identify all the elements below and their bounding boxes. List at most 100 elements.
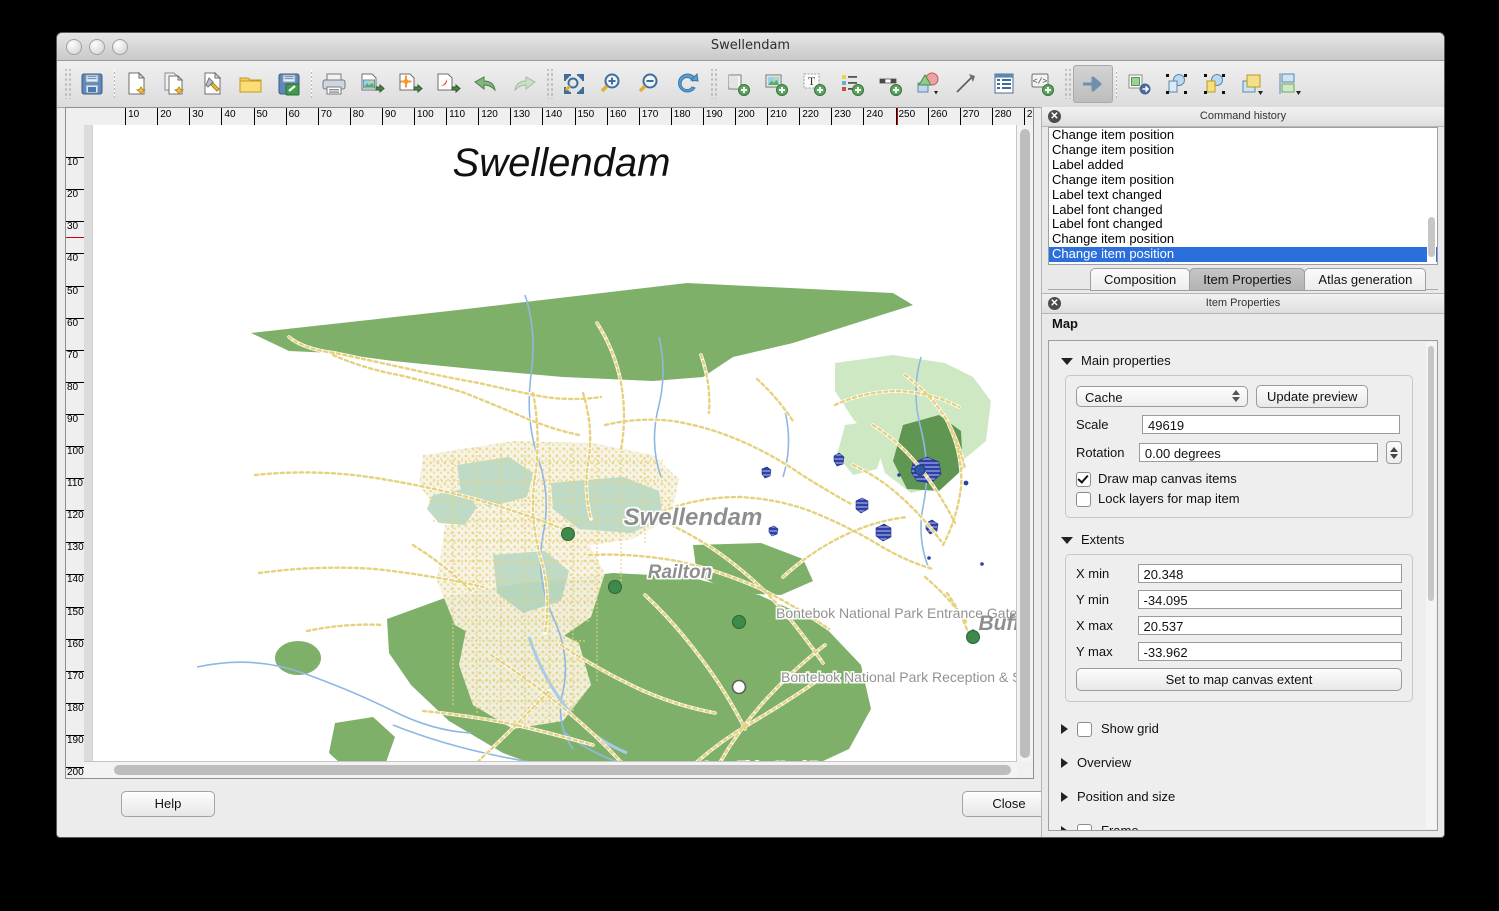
command-history-item[interactable]: Label font changed [1049,217,1437,232]
item-properties-scrollarea[interactable]: Main properties Cache Update pre [1048,340,1438,831]
command-history-item[interactable]: Change item position [1049,247,1437,262]
section-main-properties[interactable]: Main properties [1049,349,1425,373]
composer-manager-button[interactable] [194,66,232,102]
load-template-button[interactable] [232,66,270,102]
scrollbar-thumb[interactable] [1020,129,1030,758]
x-max-input[interactable]: 20.537 [1138,616,1402,635]
command-history-item[interactable]: Change item position [1049,143,1437,158]
section-show-grid[interactable]: Show grid [1049,712,1425,746]
section-extents[interactable]: Extents [1049,528,1425,552]
section-label: Frame [1101,823,1139,831]
chevron-updown-icon[interactable] [1232,390,1240,402]
toolbar-grip[interactable] [63,69,71,99]
select-move-item-button[interactable] [1073,65,1113,103]
item-properties-scrollbar[interactable] [1426,342,1436,829]
scrollbar-thumb[interactable] [1428,346,1434,601]
chevron-right-icon[interactable] [1061,826,1068,831]
save-template-button[interactable] [270,66,308,102]
map-label-buffel: Buffel [978,612,1017,635]
rotation-input[interactable]: 0.00 degrees [1139,443,1378,462]
save-project-button[interactable] [73,66,111,102]
set-to-map-canvas-extent-button[interactable]: Set to map canvas extent [1076,668,1402,691]
new-composer-button[interactable] [118,66,156,102]
draw-map-canvas-items-row[interactable]: Draw map canvas items [1076,471,1402,487]
scrollbar-thumb[interactable] [1428,217,1435,257]
command-history-item[interactable]: Label text changed [1049,188,1437,203]
add-image-button[interactable] [757,66,795,102]
horizontal-ruler[interactable]: 1020304050607080901001101201301401501601… [84,108,1033,126]
command-history-item[interactable]: Change item position [1049,128,1437,143]
duplicate-composer-button[interactable] [156,66,194,102]
add-legend-button[interactable] [833,66,871,102]
tab-composition[interactable]: Composition [1090,268,1190,291]
export-image-button[interactable] [353,66,391,102]
ruler-tick: 160 [607,108,627,125]
map-item[interactable]: Swellendam Railton Bontebok National Par… [93,125,1017,762]
section-position-and-size[interactable]: Position and size [1049,780,1425,814]
ruler-tick: 150 [66,607,84,618]
chevron-down-icon[interactable] [1061,358,1073,365]
toolbar-grip[interactable] [1063,69,1071,99]
vertical-ruler[interactable]: 1020304050607080901001101201301401501601… [66,125,85,778]
add-map-button[interactable] [719,66,757,102]
command-history-item[interactable]: Change item position [1049,173,1437,188]
scale-input[interactable]: 49619 [1142,415,1400,434]
redo-button[interactable] [505,66,543,102]
chevron-right-icon[interactable] [1061,724,1068,734]
toolbar-grip[interactable] [709,69,717,99]
zoom-full-button[interactable] [555,66,593,102]
x-min-label: X min [1076,566,1130,582]
composer-paper[interactable]: Swellendam Railton Bontebok National Par… [93,125,1017,762]
export-svg-button[interactable] [391,66,429,102]
tab-atlas-generation[interactable]: Atlas generation [1304,268,1426,291]
add-html-button[interactable]: </> [1023,66,1061,102]
x-min-input[interactable]: 20.348 [1138,564,1402,583]
zoom-in-button[interactable] [593,66,631,102]
add-table-button[interactable] [985,66,1023,102]
export-pdf-button[interactable] [429,66,467,102]
canvas-horizontal-scrollbar[interactable] [84,761,1017,778]
group-items-button[interactable] [1158,66,1196,102]
command-history-item[interactable]: Label added [1049,158,1437,173]
lock-layers-checkbox[interactable] [1076,492,1091,507]
rotation-stepper[interactable] [1386,441,1402,464]
help-button[interactable]: Help [121,791,215,817]
show-grid-checkbox[interactable] [1077,722,1092,737]
undo-button[interactable] [467,66,505,102]
chevron-right-icon[interactable] [1061,792,1068,802]
raise-items-button[interactable] [1234,66,1272,102]
toolbar-grip[interactable] [545,69,553,99]
move-item-content-button[interactable] [1120,66,1158,102]
add-label-button[interactable]: T [795,66,833,102]
y-max-input[interactable]: -33.962 [1138,642,1402,661]
zoom-out-button[interactable] [631,66,669,102]
draw-map-canvas-items-checkbox[interactable] [1076,472,1091,487]
align-items-button[interactable] [1272,66,1310,102]
composer-page-title[interactable]: Swellendam [93,143,1017,183]
add-scalebar-button[interactable] [871,66,909,102]
tab-item-properties[interactable]: Item Properties [1189,268,1305,291]
section-overview[interactable]: Overview [1049,746,1425,780]
preview-mode-select[interactable]: Cache [1076,386,1248,407]
lock-layers-row[interactable]: Lock layers for map item [1076,491,1402,507]
add-shape-button[interactable] [909,66,947,102]
scrollbar-thumb[interactable] [114,765,1011,775]
ungroup-items-button[interactable] [1196,66,1234,102]
chevron-down-icon[interactable] [1061,537,1073,544]
section-frame[interactable]: Frame [1049,814,1425,831]
refresh-view-button[interactable] [669,66,707,102]
command-history-item[interactable]: Change item position [1049,232,1437,247]
command-history-item[interactable]: Label font changed [1049,203,1437,218]
frame-checkbox[interactable] [1077,824,1092,832]
canvas-vertical-scrollbar[interactable] [1016,125,1033,762]
update-preview-button[interactable]: Update preview [1256,385,1368,408]
item-type-label: Map [1042,314,1444,334]
y-min-input[interactable]: -34.095 [1138,590,1402,609]
command-history-scrollbar[interactable] [1427,129,1436,263]
print-button[interactable] [315,66,353,102]
ruler-tick: 120 [66,510,84,521]
composer-page-area[interactable]: Swellendam Railton Bontebok National Par… [84,125,1017,762]
add-arrow-button[interactable] [947,66,985,102]
command-history-list[interactable]: Change item positionChange item position… [1048,127,1438,265]
chevron-right-icon[interactable] [1061,758,1068,768]
